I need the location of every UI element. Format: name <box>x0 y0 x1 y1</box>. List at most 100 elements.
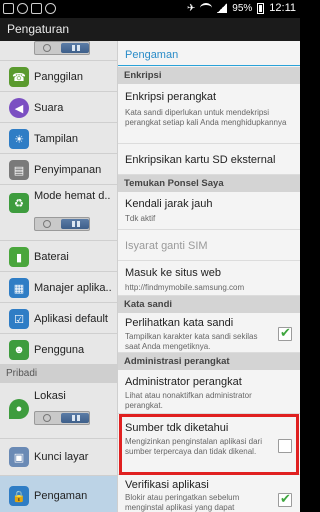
user-icon: ☻ <box>9 340 29 360</box>
airplane-icon: ✈ <box>186 2 196 14</box>
location-icon: ● <box>9 399 29 419</box>
sidebar-item-label: Panggilan <box>34 71 83 83</box>
checklist-icon: ☑ <box>9 309 29 329</box>
sidebar-section-pribadi: Pribadi <box>0 365 117 383</box>
section-administrasi-perangkat: Administrasi perangkat <box>118 353 300 370</box>
setting-administrator-perangkat[interactable]: Administrator perangkat Lihat atau nonak… <box>118 370 300 414</box>
photo-icon <box>3 3 14 14</box>
sync-icon <box>45 3 56 14</box>
setting-description: http://findmymobile.samsung.com <box>125 283 245 292</box>
setting-masuk-situs-web[interactable]: Masuk ke situs web http://findmymobile.s… <box>118 261 300 296</box>
sidebar-item-label: Pengguna <box>34 344 85 356</box>
sidebar-item-aplikasi-default[interactable]: ☑ Aplikasi default <box>0 303 117 334</box>
phone-icon: ☎ <box>9 67 29 87</box>
setting-title: Verifikasi aplikasi <box>125 479 209 491</box>
section-label: Temukan Ponsel Saya <box>124 178 224 189</box>
page-title-text: Pengaman <box>125 49 179 61</box>
setting-description: Lihat atau nonaktifkan administrator per… <box>125 391 252 410</box>
sidebar-item-top-toggle-row <box>0 41 117 61</box>
setting-description: Kata sandi diperlukan untuk mendekripsi … <box>125 108 287 127</box>
sidebar-item-tampilan[interactable]: ☀ Tampilan <box>0 123 117 154</box>
action-bar: Pengaturan <box>0 18 300 41</box>
notification-icons <box>3 3 56 14</box>
sidebar-item-label: Penyimpanan <box>34 164 102 176</box>
section-temukan-ponsel: Temukan Ponsel Saya <box>118 175 300 192</box>
setting-description: Tampilkan karakter kata sandi sekilas sa… <box>125 332 258 351</box>
sidebar-item-manajer-aplikasi[interactable]: ▦ Manajer aplika.. <box>0 272 117 303</box>
sidebar-item-label: Aplikasi default <box>34 313 108 325</box>
setting-title: Enkripsikan kartu SD eksternal <box>125 154 276 166</box>
battery-icon: ▮ <box>9 247 29 267</box>
android-icon <box>17 3 28 14</box>
volume-icon: ◀ <box>9 98 29 118</box>
setting-title: Masuk ke situs web <box>125 267 221 279</box>
system-icons: ✈ 95% 12:11 <box>187 2 296 14</box>
section-enkripsi: Enkripsi <box>118 67 300 84</box>
section-label: Kata sandi <box>124 299 173 310</box>
signal-icon <box>217 3 228 13</box>
battery-icon <box>257 2 265 14</box>
toggle-off-icon <box>43 44 51 52</box>
setting-enkripsi-perangkat[interactable]: Enkripsi perangkat Kata sandi diperlukan… <box>118 84 300 144</box>
setting-kendali-jarak-jauh[interactable]: Kendali jarak jauh Tdk aktif <box>118 192 300 230</box>
sidebar-item-pengaman[interactable]: 🔒 Pengaman <box>0 476 117 512</box>
settings-sidebar: ☎ Panggilan ◀ Suara ☀ Tampilan ▤ Penyimp… <box>0 41 118 512</box>
sidebar-item-pengguna[interactable]: ☻ Pengguna <box>0 334 117 365</box>
sidebar-item-label: Lokasi <box>34 390 66 402</box>
toggle-knob <box>61 219 89 229</box>
status-bar: ✈ 95% 12:11 <box>0 0 300 18</box>
brightness-icon: ☀ <box>9 129 29 149</box>
sidebar-item-label: Baterai <box>34 251 69 263</box>
sidebar-item-lokasi[interactable]: ● Lokasi <box>0 383 117 439</box>
setting-enkripsi-sd[interactable]: Enkripsikan kartu SD eksternal <box>118 144 300 175</box>
lock-screen-icon: ▣ <box>9 447 29 467</box>
wifi-icon <box>200 3 213 13</box>
sidebar-item-label: Kunci layar <box>34 451 89 463</box>
section-kata-sandi: Kata sandi <box>118 296 300 313</box>
page-title: Pengaman <box>118 41 300 66</box>
sidebar-item-mode-hemat[interactable]: ♻ Mode hemat d.. <box>0 185 117 241</box>
toggle-knob <box>61 413 89 423</box>
sidebar-item-kunci-layar[interactable]: ▣ Kunci layar <box>0 439 117 476</box>
toggle-off-icon <box>43 220 51 228</box>
sidebar-item-baterai[interactable]: ▮ Baterai <box>0 241 117 272</box>
sidebar-item-panggilan[interactable]: ☎ Panggilan <box>0 61 117 92</box>
setting-title: Isyarat ganti SIM <box>125 240 208 252</box>
setting-title: Perlihatkan kata sandi <box>125 317 234 329</box>
section-label: Administrasi perangkat <box>124 356 230 367</box>
sidebar-item-label: Suara <box>34 102 64 114</box>
setting-isyarat-ganti-sim: Isyarat ganti SIM <box>118 230 300 261</box>
setting-title: Administrator perangkat <box>125 376 242 388</box>
setting-verifikasi-aplikasi[interactable]: Verifikasi aplikasi Blokir atau peringat… <box>118 475 300 512</box>
sidebar-item-label: Pengaman <box>34 490 88 502</box>
app-title: Pengaturan <box>7 22 70 36</box>
lock-icon: 🔒 <box>9 486 29 506</box>
usb-icon <box>31 3 42 14</box>
sidebar-item-suara[interactable]: ◀ Suara <box>0 92 117 123</box>
battery-percent: 95% <box>232 2 253 14</box>
toggle-off-icon <box>43 414 51 422</box>
setting-title: Kendali jarak jauh <box>125 198 213 210</box>
sidebar-item-label: Tampilan <box>34 133 79 145</box>
sidebar-item-label: Mode hemat d.. <box>34 190 111 202</box>
clock: 12:11 <box>269 2 296 14</box>
recycle-icon: ♻ <box>9 193 29 213</box>
section-label: Pribadi <box>6 368 38 379</box>
security-settings-panel: Pengaman Enkripsi Enkripsi perangkat Kat… <box>118 41 300 512</box>
top-toggle-switch[interactable] <box>34 41 90 55</box>
setting-perlihatkan-kata-sandi[interactable]: Perlihatkan kata sandi Tampilkan karakte… <box>118 313 300 353</box>
section-label: Enkripsi <box>124 70 162 81</box>
highlight-box <box>119 414 299 475</box>
apps-grid-icon: ▦ <box>9 278 29 298</box>
sidebar-item-label: Manajer aplika.. <box>34 282 112 294</box>
sd-card-icon: ▤ <box>9 160 29 180</box>
location-toggle[interactable] <box>34 411 90 425</box>
setting-title: Enkripsi perangkat <box>125 91 217 103</box>
verify-apps-checkbox[interactable] <box>278 491 292 507</box>
show-password-checkbox[interactable] <box>278 325 292 341</box>
power-saving-toggle[interactable] <box>34 217 90 231</box>
toggle-knob <box>61 43 89 53</box>
setting-description: Tdk aktif <box>125 214 156 223</box>
setting-description: Blokir atau peringatkan sebelum menginst… <box>125 493 240 512</box>
sidebar-item-penyimpanan[interactable]: ▤ Penyimpanan <box>0 154 117 185</box>
